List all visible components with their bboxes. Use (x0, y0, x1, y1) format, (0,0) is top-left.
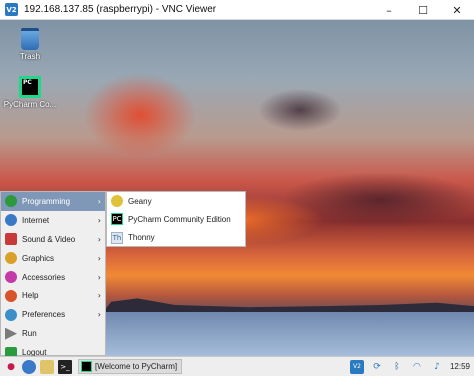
graphics-icon (5, 252, 17, 265)
menu-item-preferences[interactable]: Preferences › (1, 305, 105, 324)
vnc-logo-icon: V2 (5, 3, 18, 16)
terminal-icon[interactable]: >_ (58, 359, 72, 374)
submenu-item-label: PyCharm Community Edition (128, 214, 231, 224)
clock: 12:59 (449, 362, 470, 371)
menu-item-label: Programming (22, 196, 71, 206)
submenu-arrow-icon: › (97, 234, 101, 244)
taskbar-window-label: [Welcome to PyCharm] (95, 362, 178, 371)
help-icon (5, 289, 17, 302)
vnc-title-bar: V2 192.168.137.85 (raspberrypi) - VNC Vi… (0, 0, 474, 20)
menu-item-graphics[interactable]: Graphics › (1, 249, 105, 268)
minimize-button[interactable]: – (372, 0, 406, 20)
programming-icon (5, 195, 17, 208)
volume-icon[interactable]: ♪ (430, 360, 444, 374)
submenu-item-geany[interactable]: Geany (107, 192, 245, 210)
file-manager-icon[interactable] (40, 359, 54, 374)
web-browser-icon[interactable] (22, 359, 36, 374)
menu-item-run[interactable]: Run (1, 324, 105, 343)
pycharm-icon (81, 361, 92, 372)
menu-item-label: Graphics (22, 253, 55, 263)
submenu-arrow-icon: › (97, 253, 101, 263)
pycharm-icon: PC (111, 213, 123, 226)
menu-item-internet[interactable]: Internet › (1, 211, 105, 230)
taskbar-window-pycharm[interactable]: [Welcome to PyCharm] (78, 359, 183, 374)
submenu-arrow-icon: › (97, 272, 101, 282)
desktop-icon-pycharm[interactable]: PC PyCharm Co... (0, 76, 60, 109)
submenu-arrow-icon: › (97, 215, 101, 225)
desktop-icon-label: Trash (19, 52, 41, 61)
menu-item-label: Internet (22, 215, 50, 225)
run-icon (5, 327, 17, 340)
pycharm-icon: PC (19, 76, 41, 98)
window-controls: – ☐ ✕ (372, 0, 474, 20)
menu-item-label: Preferences (22, 310, 66, 320)
submenu-item-pycharm[interactable]: PC PyCharm Community Edition (107, 210, 245, 228)
accessories-icon (5, 271, 17, 283)
maximize-button[interactable]: ☐ (406, 0, 440, 20)
submenu-item-label: Thonny (128, 233, 155, 243)
submenu-arrow-icon: › (97, 291, 101, 301)
menu-item-label: Help (22, 291, 39, 301)
programming-submenu: Geany PC PyCharm Community Edition Th Th… (106, 191, 246, 247)
menu-item-label: Accessories (22, 272, 66, 282)
application-menu: Programming › Internet › Sound & Video ›… (0, 191, 106, 359)
trash-icon (21, 28, 39, 50)
system-tray: V2 ⟳ ᛒ ◠ ♪ 12:59 (344, 357, 470, 376)
geany-icon (111, 195, 123, 208)
vnc-icon[interactable]: V2 (349, 359, 364, 374)
submenu-arrow-icon: › (97, 310, 101, 320)
raspberry-menu-button[interactable]: ● (4, 360, 18, 374)
submenu-arrow-icon: › (97, 196, 101, 206)
desktop-icon-trash[interactable]: Trash (0, 28, 60, 61)
sound-video-icon (5, 233, 17, 246)
update-icon[interactable]: ⟳ (370, 360, 384, 374)
menu-item-help[interactable]: Help › (1, 286, 105, 305)
wifi-icon[interactable]: ◠ (410, 360, 424, 374)
menu-item-sound-video[interactable]: Sound & Video › (1, 230, 105, 249)
thonny-icon: Th (111, 231, 123, 244)
desktop-icon-label: PyCharm Co... (3, 100, 57, 109)
internet-globe-icon (5, 214, 17, 227)
bluetooth-icon[interactable]: ᛒ (390, 360, 404, 374)
menu-item-label: Run (22, 329, 37, 339)
taskbar: ● >_ [Welcome to PyCharm] V2 ⟳ ᛒ ◠ ♪ 12:… (0, 356, 474, 376)
close-button[interactable]: ✕ (440, 0, 474, 20)
submenu-item-label: Geany (128, 196, 152, 206)
menu-item-accessories[interactable]: Accessories › (1, 268, 105, 287)
menu-item-programming[interactable]: Programming › (1, 192, 105, 211)
preferences-icon (5, 308, 17, 321)
window-title: 192.168.137.85 (raspberrypi) - VNC Viewe… (24, 4, 217, 15)
menu-item-label: Sound & Video (22, 234, 76, 244)
submenu-item-thonny[interactable]: Th Thonny (107, 229, 245, 247)
